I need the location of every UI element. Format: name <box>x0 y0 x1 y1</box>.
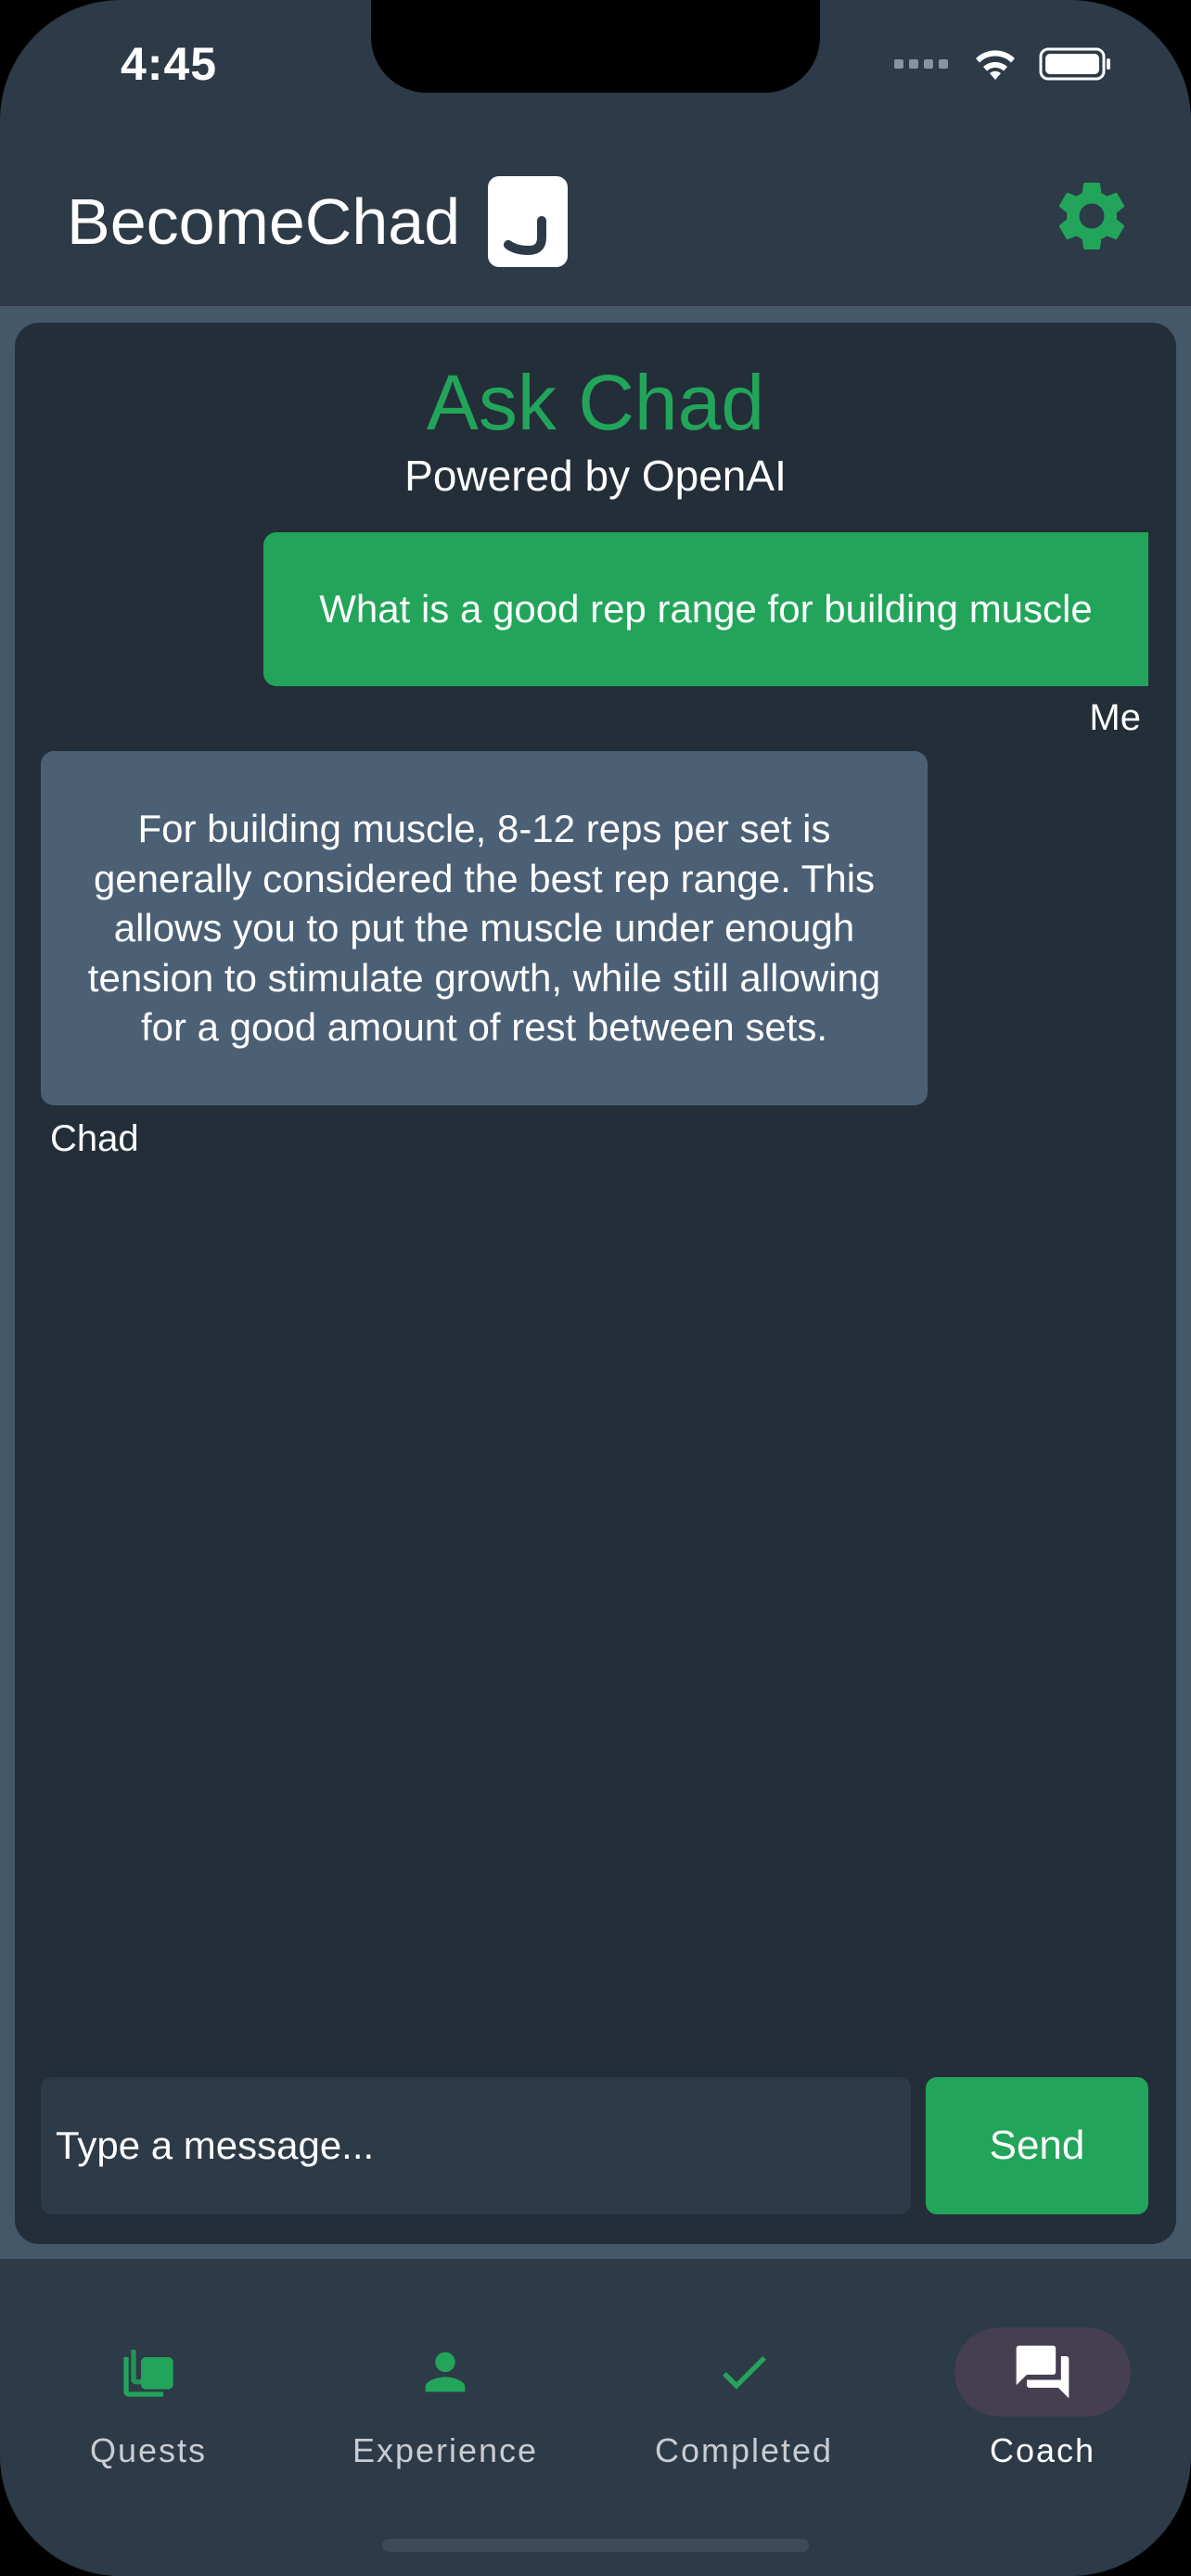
gear-icon[interactable] <box>1050 174 1133 258</box>
bot-message-bubble: For building muscle, 8-12 reps per set i… <box>41 751 928 1105</box>
chat-bubbles-icon <box>954 2327 1131 2417</box>
brand-logo-group: BecomeChad <box>67 176 569 267</box>
brand-logo-icon <box>488 176 569 267</box>
chat-card: Ask Chad Powered by OpenAI What is a goo… <box>15 323 1176 2244</box>
status-icons <box>894 46 1113 82</box>
nav-label: Completed <box>654 2431 834 2469</box>
chat-title: Ask Chad <box>426 359 765 446</box>
chat-subtitle: Powered by OpenAI <box>404 452 787 500</box>
stacked-squares-icon <box>60 2327 237 2417</box>
nav-label: Experience <box>352 2431 539 2469</box>
app-header: BecomeChad <box>0 148 1191 306</box>
send-button-label: Send <box>989 2123 1085 2168</box>
cellular-signal-icon <box>894 59 948 69</box>
bot-message-text: For building muscle, 8-12 reps per set i… <box>87 807 881 1050</box>
brand-name: BecomeChad <box>67 185 461 258</box>
nav-item-quests[interactable]: Quests <box>0 2294 297 2469</box>
checkmark-icon <box>656 2327 832 2417</box>
user-message-text: What is a good rep range for building mu… <box>319 587 1093 631</box>
app-screen: 4:45 BecomeChad Ask Chad Powered by Open… <box>0 0 1191 2576</box>
nav-label: Coach <box>989 2431 1096 2469</box>
user-sender-label: Me <box>1089 697 1141 738</box>
nav-item-experience[interactable]: Experience <box>297 2294 594 2469</box>
person-icon <box>357 2327 533 2417</box>
nav-item-coach[interactable]: Coach <box>894 2294 1191 2469</box>
bottom-nav: Quests Experience Completed Coach <box>0 2259 1191 2576</box>
user-message-bubble: What is a good rep range for building mu… <box>263 532 1148 686</box>
battery-icon <box>1039 47 1110 81</box>
device-notch <box>371 0 820 93</box>
send-button[interactable]: Send <box>926 2077 1148 2214</box>
message-input[interactable]: Type a message... <box>41 2077 911 2214</box>
wifi-icon <box>976 50 1015 80</box>
home-indicator <box>382 2539 809 2552</box>
nav-item-completed[interactable]: Completed <box>596 2294 892 2469</box>
status-time: 4:45 <box>121 38 218 90</box>
bot-sender-label: Chad <box>50 1118 139 1159</box>
nav-label: Quests <box>89 2431 208 2469</box>
message-input-text: Type a message... <box>56 2123 375 2167</box>
